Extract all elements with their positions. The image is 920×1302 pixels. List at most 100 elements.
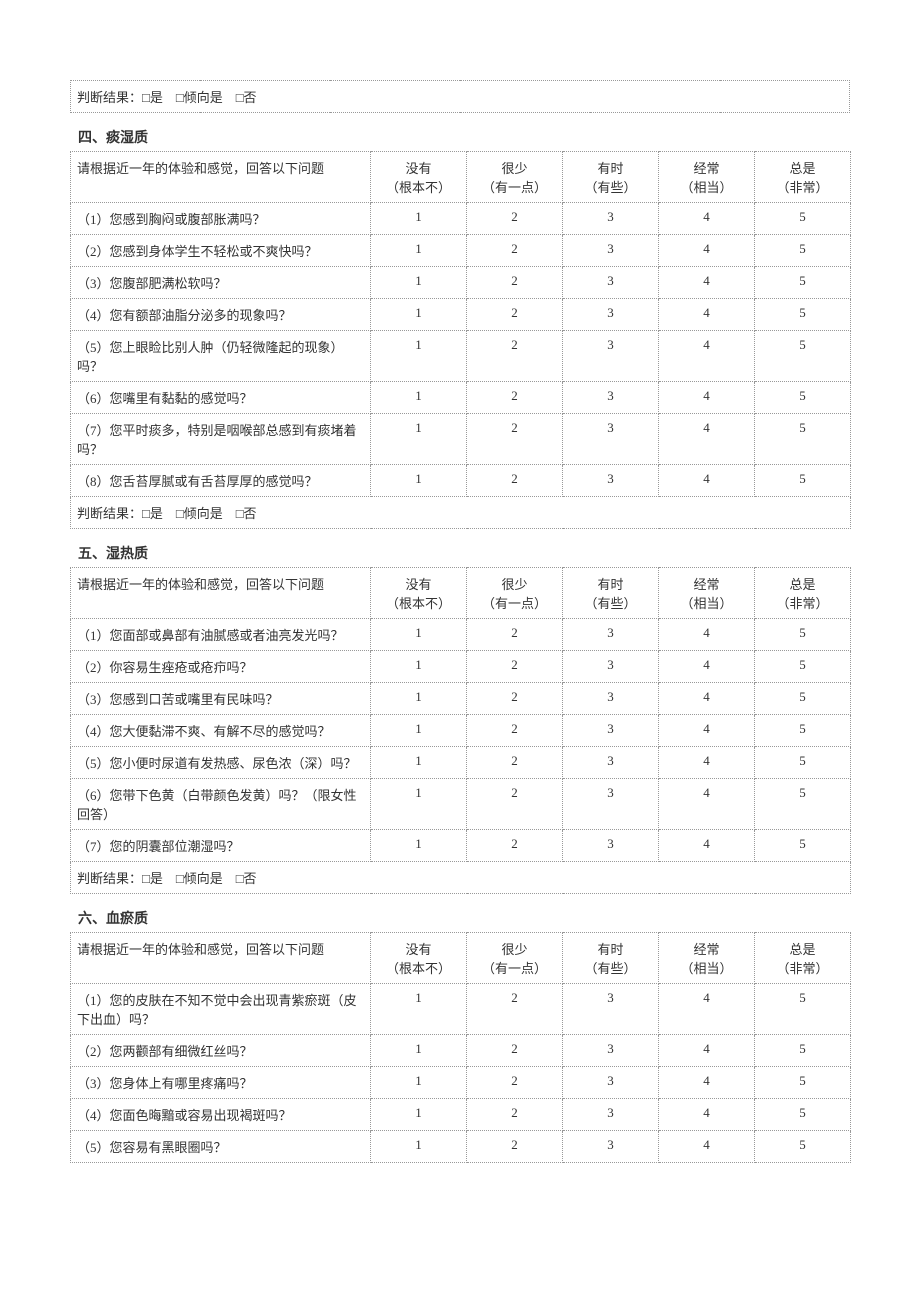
scale-option-4[interactable]: 4 <box>659 830 755 862</box>
scale-option-5[interactable]: 5 <box>755 830 851 862</box>
scale-option-2[interactable]: 2 <box>467 683 563 715</box>
scale-option-3[interactable]: 3 <box>563 747 659 779</box>
scale-option-3[interactable]: 3 <box>563 414 659 465</box>
scale-option-3[interactable]: 3 <box>563 465 659 497</box>
scale-option-2[interactable]: 2 <box>467 984 563 1035</box>
scale-option-4[interactable]: 4 <box>659 1035 755 1067</box>
scale-option-4[interactable]: 4 <box>659 683 755 715</box>
scale-option-2[interactable]: 2 <box>467 779 563 830</box>
scale-option-3[interactable]: 3 <box>563 331 659 382</box>
scale-option-5[interactable]: 5 <box>755 715 851 747</box>
scale-option-3[interactable]: 3 <box>563 651 659 683</box>
scale-option-3[interactable]: 3 <box>563 984 659 1035</box>
scale-option-1[interactable]: 1 <box>371 830 467 862</box>
judgement-result[interactable]: 判断结果：□是 □倾向是 □否 <box>71 862 851 894</box>
scale-option-5[interactable]: 5 <box>755 414 851 465</box>
scale-option-1[interactable]: 1 <box>371 747 467 779</box>
scale-option-1[interactable]: 1 <box>371 267 467 299</box>
scale-option-2[interactable]: 2 <box>467 1099 563 1131</box>
scale-option-1[interactable]: 1 <box>371 1067 467 1099</box>
judgement-result[interactable]: 判断结果：□是 □倾向是 □否 <box>71 81 850 113</box>
scale-option-2[interactable]: 2 <box>467 619 563 651</box>
scale-option-1[interactable]: 1 <box>371 331 467 382</box>
scale-option-5[interactable]: 5 <box>755 747 851 779</box>
scale-option-1[interactable]: 1 <box>371 203 467 235</box>
scale-option-4[interactable]: 4 <box>659 382 755 414</box>
scale-option-1[interactable]: 1 <box>371 715 467 747</box>
scale-option-3[interactable]: 3 <box>563 1131 659 1163</box>
scale-option-5[interactable]: 5 <box>755 203 851 235</box>
scale-option-4[interactable]: 4 <box>659 651 755 683</box>
scale-option-5[interactable]: 5 <box>755 299 851 331</box>
scale-option-5[interactable]: 5 <box>755 1099 851 1131</box>
scale-option-1[interactable]: 1 <box>371 984 467 1035</box>
scale-option-3[interactable]: 3 <box>563 235 659 267</box>
scale-option-2[interactable]: 2 <box>467 331 563 382</box>
scale-option-3[interactable]: 3 <box>563 299 659 331</box>
scale-option-3[interactable]: 3 <box>563 715 659 747</box>
scale-option-2[interactable]: 2 <box>467 747 563 779</box>
scale-option-1[interactable]: 1 <box>371 779 467 830</box>
scale-option-2[interactable]: 2 <box>467 1067 563 1099</box>
scale-option-3[interactable]: 3 <box>563 779 659 830</box>
scale-option-4[interactable]: 4 <box>659 1099 755 1131</box>
scale-option-5[interactable]: 5 <box>755 651 851 683</box>
scale-option-2[interactable]: 2 <box>467 299 563 331</box>
scale-option-3[interactable]: 3 <box>563 683 659 715</box>
scale-option-5[interactable]: 5 <box>755 1131 851 1163</box>
scale-option-1[interactable]: 1 <box>371 382 467 414</box>
scale-option-4[interactable]: 4 <box>659 235 755 267</box>
scale-option-4[interactable]: 4 <box>659 465 755 497</box>
scale-option-3[interactable]: 3 <box>563 619 659 651</box>
scale-option-4[interactable]: 4 <box>659 747 755 779</box>
scale-option-3[interactable]: 3 <box>563 382 659 414</box>
scale-option-5[interactable]: 5 <box>755 683 851 715</box>
scale-option-4[interactable]: 4 <box>659 331 755 382</box>
scale-option-1[interactable]: 1 <box>371 1099 467 1131</box>
scale-option-5[interactable]: 5 <box>755 465 851 497</box>
scale-option-4[interactable]: 4 <box>659 619 755 651</box>
scale-option-2[interactable]: 2 <box>467 651 563 683</box>
scale-option-1[interactable]: 1 <box>371 299 467 331</box>
scale-option-1[interactable]: 1 <box>371 465 467 497</box>
scale-option-1[interactable]: 1 <box>371 1131 467 1163</box>
scale-option-2[interactable]: 2 <box>467 382 563 414</box>
scale-option-5[interactable]: 5 <box>755 382 851 414</box>
scale-option-4[interactable]: 4 <box>659 299 755 331</box>
scale-option-4[interactable]: 4 <box>659 414 755 465</box>
scale-option-3[interactable]: 3 <box>563 1099 659 1131</box>
scale-option-5[interactable]: 5 <box>755 331 851 382</box>
scale-option-4[interactable]: 4 <box>659 984 755 1035</box>
scale-option-2[interactable]: 2 <box>467 414 563 465</box>
scale-option-4[interactable]: 4 <box>659 1131 755 1163</box>
scale-option-2[interactable]: 2 <box>467 1131 563 1163</box>
scale-option-5[interactable]: 5 <box>755 779 851 830</box>
scale-option-3[interactable]: 3 <box>563 1067 659 1099</box>
scale-option-5[interactable]: 5 <box>755 1035 851 1067</box>
scale-option-5[interactable]: 5 <box>755 267 851 299</box>
scale-option-2[interactable]: 2 <box>467 465 563 497</box>
scale-option-1[interactable]: 1 <box>371 1035 467 1067</box>
scale-option-3[interactable]: 3 <box>563 1035 659 1067</box>
scale-option-4[interactable]: 4 <box>659 267 755 299</box>
scale-option-3[interactable]: 3 <box>563 830 659 862</box>
scale-option-1[interactable]: 1 <box>371 651 467 683</box>
scale-option-5[interactable]: 5 <box>755 1067 851 1099</box>
scale-option-2[interactable]: 2 <box>467 715 563 747</box>
scale-option-2[interactable]: 2 <box>467 830 563 862</box>
scale-option-5[interactable]: 5 <box>755 619 851 651</box>
scale-option-3[interactable]: 3 <box>563 203 659 235</box>
judgement-result[interactable]: 判断结果：□是 □倾向是 □否 <box>71 497 851 529</box>
scale-option-4[interactable]: 4 <box>659 1067 755 1099</box>
scale-option-2[interactable]: 2 <box>467 235 563 267</box>
scale-option-1[interactable]: 1 <box>371 619 467 651</box>
scale-option-5[interactable]: 5 <box>755 235 851 267</box>
scale-option-4[interactable]: 4 <box>659 715 755 747</box>
scale-option-4[interactable]: 4 <box>659 779 755 830</box>
scale-option-2[interactable]: 2 <box>467 1035 563 1067</box>
scale-option-2[interactable]: 2 <box>467 267 563 299</box>
scale-option-2[interactable]: 2 <box>467 203 563 235</box>
scale-option-1[interactable]: 1 <box>371 683 467 715</box>
scale-option-1[interactable]: 1 <box>371 235 467 267</box>
scale-option-1[interactable]: 1 <box>371 414 467 465</box>
